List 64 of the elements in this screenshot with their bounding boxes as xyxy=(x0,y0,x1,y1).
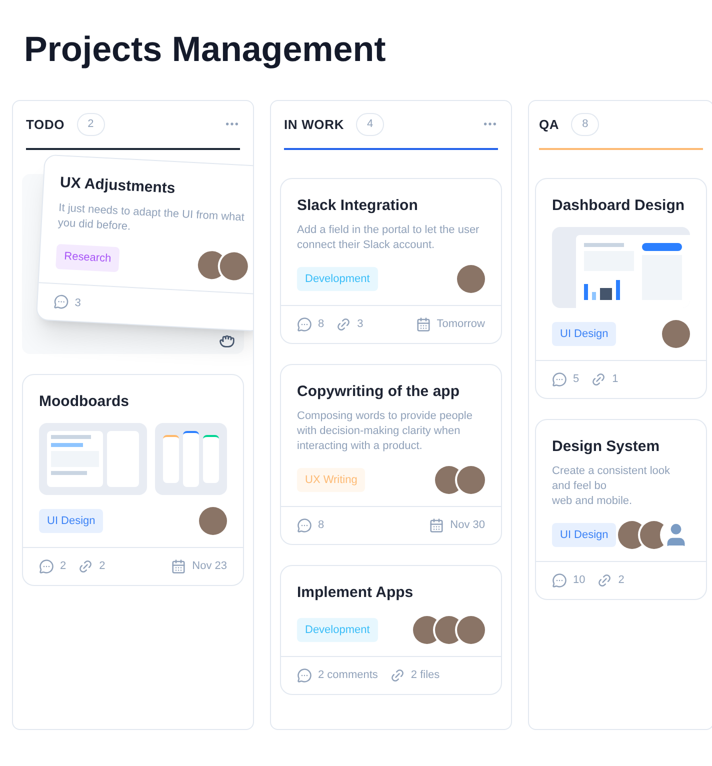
task-card[interactable]: Copywriting of the app Composing words to provide people with decision-making clarity when interacting with a product. UX Writing 8 Nov 30 xyxy=(280,364,502,544)
card-description: It just needs to adapt the UI from what you did before. xyxy=(58,200,246,234)
card-title: Copywriting of the app xyxy=(297,382,460,402)
task-card[interactable]: Implement Apps Development 2 comments 2 files xyxy=(280,564,502,694)
screenshot-thumbnail xyxy=(155,423,227,495)
tag: UI Design xyxy=(552,322,616,346)
card-title: Dashboard Design xyxy=(552,196,686,216)
page-title: Projects Management xyxy=(23,29,387,71)
task-card[interactable]: Dashboard Design UI Design 5 1 xyxy=(535,178,707,398)
comment-icon xyxy=(552,372,567,387)
calendar-icon xyxy=(416,316,431,332)
stat-text: 8 xyxy=(318,317,324,332)
stat-text: 2 files xyxy=(410,668,440,683)
card-description: Create a consistent look and feel bo web and mobile. xyxy=(552,464,672,509)
stat-text: Tomorrow xyxy=(436,317,485,332)
task-card[interactable]: Design System Create a consistent look and feel bo web and mobile. UI Design 10 2 xyxy=(535,418,707,600)
count-badge: 8 xyxy=(571,113,600,136)
stat-text: 2 xyxy=(99,559,106,574)
comment-icon xyxy=(297,518,312,533)
comment-icon xyxy=(297,316,312,332)
comment-icon xyxy=(552,572,567,588)
card-title: Design System xyxy=(552,436,661,456)
card-title: Slack Integration xyxy=(297,196,419,216)
tag: UX Writing xyxy=(297,468,366,492)
tag: UI Design xyxy=(552,522,616,548)
calendar-icon xyxy=(429,518,444,533)
avatar xyxy=(219,250,249,280)
avatar xyxy=(662,320,690,348)
card-title: Moodboards xyxy=(39,392,130,412)
task-card[interactable]: Moodboards UI Design 2 2 Nov 23 xyxy=(22,374,244,586)
tag: UI Design xyxy=(39,508,104,534)
column-title: TODO xyxy=(26,116,65,134)
count-badge: 4 xyxy=(356,113,384,136)
calendar-icon xyxy=(171,558,186,574)
avatar xyxy=(457,265,485,293)
stat-text: 10 xyxy=(573,573,586,588)
card-description: Add a field in the portal to let the user connect their Slack account. xyxy=(297,223,480,253)
tag: Development xyxy=(297,618,378,642)
comment-icon xyxy=(297,668,312,683)
avatar xyxy=(457,616,485,644)
stat-text: 5 xyxy=(573,372,580,387)
task-card[interactable]: UX Adjustments It just needs to adapt the UI from what you did before. Research 3 xyxy=(36,154,253,332)
avatar xyxy=(199,507,227,535)
card-description: Composing words to provide people with decision-making clarity when interacting with a product. xyxy=(297,409,474,454)
tag: Development xyxy=(297,266,378,292)
stat-text: Nov 30 xyxy=(450,518,485,533)
card-title: UX Adjustments xyxy=(59,172,177,199)
column-title: QA xyxy=(539,116,560,134)
stat-text: 8 xyxy=(318,518,324,533)
stat-text: 2 xyxy=(618,573,624,588)
column-title: IN WORK xyxy=(284,116,344,134)
count-badge: 2 xyxy=(76,113,105,136)
stat-text: 2 comments xyxy=(318,668,378,683)
card-title: Implement Apps xyxy=(297,582,414,602)
comment-icon xyxy=(39,558,54,574)
stat-text: 3 xyxy=(357,317,364,332)
tag: Research xyxy=(56,244,120,272)
stat-text: 2 xyxy=(60,559,66,574)
stat-text: 3 xyxy=(74,295,82,310)
stat-text: Nov 23 xyxy=(192,559,227,574)
stat-text: 1 xyxy=(612,372,618,387)
avatar xyxy=(457,466,485,494)
comment-icon xyxy=(53,294,70,310)
task-card[interactable]: Slack Integration Add a field in the portal to let the user connect their Slack account. Development 8 3 Tomorrow xyxy=(280,178,502,344)
